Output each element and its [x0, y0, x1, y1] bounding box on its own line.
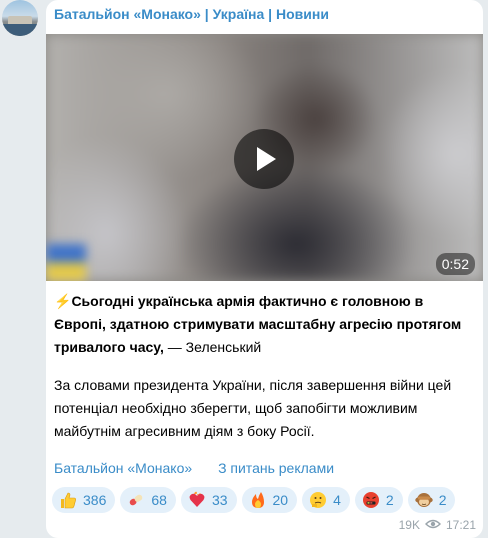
reactions-bar: 386 68 33 20 4 2 2 [52, 487, 456, 513]
post-headline: ⚡Сьогодні українська армія фактично є го… [54, 290, 474, 359]
message-time: 17:21 [445, 518, 476, 532]
cursing-face-icon [362, 491, 380, 509]
channel-link[interactable]: Батальйон «Монако» [54, 460, 192, 476]
reaction-count: 2 [438, 492, 447, 508]
play-button[interactable] [234, 129, 294, 189]
reaction-thumbs-up[interactable]: 386 [52, 487, 116, 513]
reaction-fire[interactable]: 20 [241, 487, 298, 513]
reaction-thinking[interactable]: 4 [302, 487, 350, 513]
heart-on-fire-icon [188, 491, 206, 509]
lightning-icon: ⚡ [54, 293, 72, 309]
headline-attribution: — Зеленський [163, 339, 262, 355]
reaction-heart-on-fire[interactable]: 33 [180, 487, 237, 513]
channel-avatar[interactable] [2, 0, 38, 36]
post-links: Батальйон «Монако» З питань реклами [54, 460, 334, 476]
ads-link[interactable]: З питань реклами [218, 460, 334, 476]
thumbs-up-icon [59, 491, 77, 509]
channel-title[interactable]: Батальйон «Монако» | Україна | Новини [54, 6, 329, 22]
reaction-count: 20 [272, 492, 289, 508]
reaction-pill[interactable]: 68 [120, 487, 176, 513]
reaction-count: 4 [333, 492, 341, 508]
reaction-count: 68 [151, 492, 167, 508]
reaction-count: 2 [385, 492, 394, 508]
fire-icon [249, 491, 267, 509]
post-body: За словами президента України, після зав… [54, 377, 452, 439]
reaction-count: 386 [83, 492, 107, 508]
play-icon [257, 147, 276, 171]
video-thumbnail-flag [46, 244, 86, 281]
pill-icon [127, 491, 145, 509]
thinking-face-icon [309, 491, 327, 509]
reaction-see-no-evil[interactable]: 2 [407, 487, 456, 513]
reaction-cursing[interactable]: 2 [354, 487, 403, 513]
eye-icon [424, 518, 441, 532]
reaction-count: 33 [211, 492, 228, 508]
see-no-evil-monkey-icon [414, 491, 433, 509]
video-duration: 0:52 [435, 253, 475, 275]
avatar-sea [2, 24, 38, 36]
message-meta: 19K 17:21 [399, 518, 476, 532]
video-player[interactable]: 0:52 [46, 34, 483, 281]
views-count: 19K [398, 518, 420, 532]
